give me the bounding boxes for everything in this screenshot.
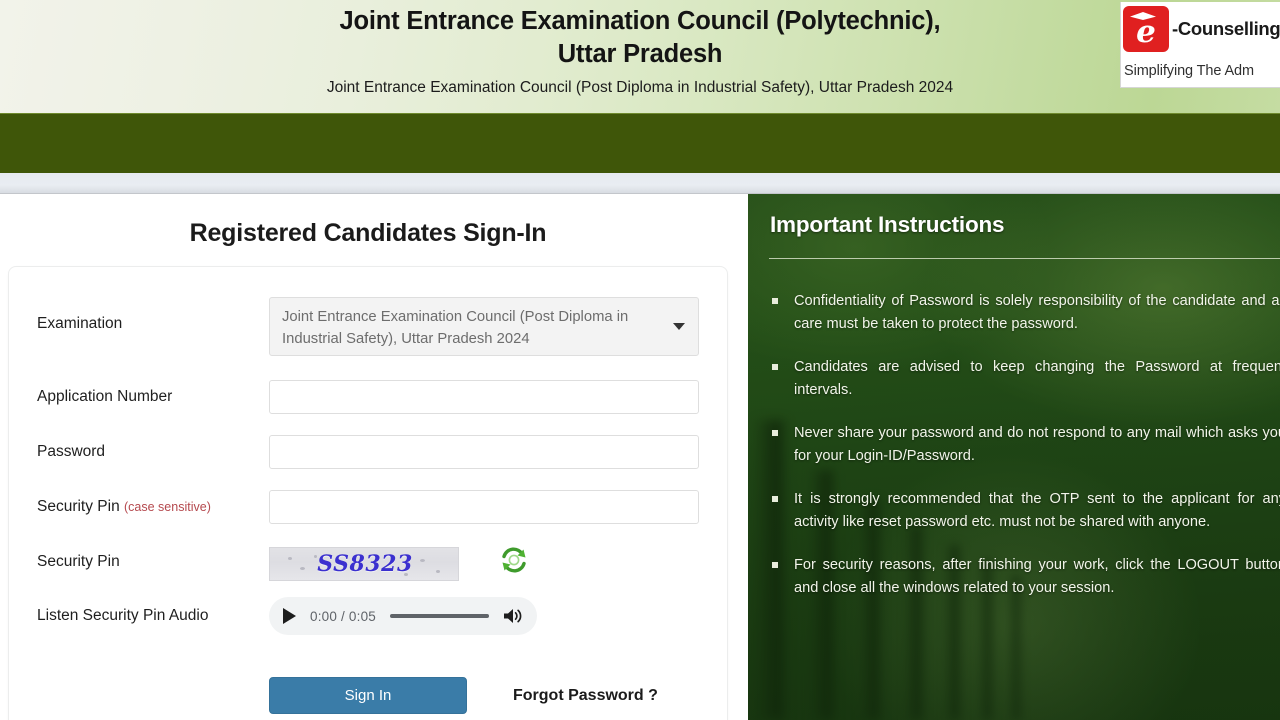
signin-panel: Registered Candidates Sign-In Examinatio… — [0, 194, 736, 720]
signin-heading: Registered Candidates Sign-In — [189, 219, 547, 247]
page-title-line1: Joint Entrance Examination Council (Poly… — [339, 7, 941, 35]
instructions-content: Important Instructions Confidentiality o… — [748, 194, 1280, 720]
captcha-image: SS8323 — [269, 547, 459, 581]
instructions-divider — [769, 258, 1280, 259]
page-title: Joint Entrance Examination Council (Poly… — [270, 5, 1010, 71]
security-pin-label-text: Security Pin — [37, 498, 120, 515]
audio-player[interactable]: 0:00 / 0:05 — [269, 597, 537, 635]
application-number-input[interactable] — [269, 380, 699, 414]
security-pin-case-note: (case sensitive) — [124, 500, 211, 514]
list-item: For security reasons, after finishing yo… — [770, 554, 1280, 600]
application-number-label: Application Number — [37, 388, 173, 405]
refresh-captcha-icon[interactable] — [497, 543, 531, 577]
list-item-text: Candidates are advised to keep changing … — [794, 359, 1280, 398]
sign-in-button[interactable]: Sign In — [269, 677, 467, 714]
actions-field: Sign In Forgot Password ? — [269, 677, 658, 714]
audio-field: 0:00 / 0:05 — [269, 597, 537, 635]
examination-label: Examination — [37, 315, 123, 332]
audio-label: Listen Security Pin Audio — [37, 607, 209, 624]
audio-time-display: 0:00 / 0:05 — [310, 608, 377, 624]
list-item-text: Never share your password and do not res… — [794, 425, 1280, 464]
brand-row: e -Counselling — [1121, 2, 1280, 52]
main-content: Registered Candidates Sign-In Examinatio… — [0, 194, 1280, 720]
site-header: Joint Entrance Examination Council (Poly… — [0, 0, 1280, 113]
main-navbar[interactable] — [0, 113, 1280, 173]
bullet-icon — [772, 364, 778, 370]
brand-logo-box: e -Counselling Simplifying The Adm — [1120, 2, 1280, 88]
bullet-icon — [772, 496, 778, 502]
instructions-title: Important Instructions — [770, 212, 1005, 237]
signin-card: Examination Joint Entrance Examination C… — [8, 266, 728, 720]
list-item: Never share your password and do not res… — [770, 422, 1280, 468]
security-pin-input[interactable] — [269, 490, 699, 524]
list-item-text: For security reasons, after finishing yo… — [794, 557, 1280, 596]
instructions-list: Confidentiality of Password is solely re… — [770, 290, 1280, 620]
examination-selected-value: Joint Entrance Examination Council (Post… — [282, 309, 629, 347]
list-item: Confidentiality of Password is solely re… — [770, 290, 1280, 336]
application-number-field — [269, 380, 699, 414]
logo-letter-e: e — [1136, 14, 1156, 50]
bullet-icon — [772, 562, 778, 568]
header-titles: Joint Entrance Examination Council (Poly… — [0, 0, 1280, 99]
password-input[interactable] — [269, 435, 699, 469]
list-item-text: Confidentiality of Password is solely re… — [794, 293, 1280, 332]
security-pin-image-label: Security Pin — [37, 553, 120, 570]
e-counselling-logo-icon: e — [1123, 6, 1169, 52]
play-icon[interactable] — [283, 608, 296, 624]
page-subtitle: Joint Entrance Examination Council (Post… — [326, 79, 954, 96]
password-field — [269, 435, 699, 469]
bullet-icon — [772, 430, 778, 436]
captcha-text: SS8323 — [317, 551, 413, 577]
examination-field: Joint Entrance Examination Council (Post… — [269, 297, 699, 356]
bullet-icon — [772, 298, 778, 304]
volume-icon[interactable] — [503, 607, 523, 625]
audio-progress-bar[interactable] — [390, 614, 489, 618]
security-pin-label: Security Pin (case sensitive) — [37, 498, 211, 516]
list-item: Candidates are advised to keep changing … — [770, 356, 1280, 402]
examination-select[interactable]: Joint Entrance Examination Council (Post… — [269, 297, 699, 356]
page-title-line2: Uttar Pradesh — [557, 40, 723, 68]
instructions-panel: Important Instructions Confidentiality o… — [748, 194, 1280, 720]
navbar-inner — [0, 114, 1280, 173]
list-item: It is strongly recommended that the OTP … — [770, 488, 1280, 534]
captcha-field: SS8323 — [269, 547, 526, 581]
list-item-text: It is strongly recommended that the OTP … — [794, 491, 1280, 530]
page-root: Joint Entrance Examination Council (Poly… — [0, 0, 1280, 720]
security-pin-field — [269, 490, 699, 524]
chevron-down-icon — [673, 323, 685, 330]
password-label: Password — [37, 443, 106, 460]
sub-navbar-strip — [0, 173, 1280, 194]
forgot-password-link[interactable]: Forgot Password ? — [513, 687, 658, 705]
brand-word: -Counselling — [1172, 18, 1280, 39]
brand-tagline: Simplifying The Adm — [1124, 63, 1255, 79]
